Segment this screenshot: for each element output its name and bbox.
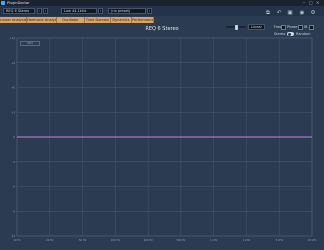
x-tick-label: 500 Hz (176, 238, 186, 242)
x-tick-label: 10 kHz (308, 238, 318, 242)
frequency-response-plot[interactable]: 10 Hz 20 Hz 50 Hz 100 Hz 200 Hz 500 Hz 1 kHz 2 … (0, 0, 324, 250)
y-tick-label: -6 (12, 185, 15, 189)
x-tick-label: 100 Hz (111, 238, 121, 242)
channel-legend: Mid (20, 41, 40, 46)
y-tick-label: -3 (12, 160, 15, 164)
x-tick-label: 20 Hz (46, 238, 54, 242)
y-tick-label: -9 (12, 209, 15, 213)
x-tick-label: 5 kHz (276, 238, 284, 242)
y-tick-label: +6 (11, 86, 15, 90)
y-tick-label: 0 (13, 135, 15, 139)
y-tick-label: +9 (11, 61, 15, 65)
x-tick-label: 10 Hz (13, 238, 21, 242)
x-tick-label: 50 Hz (79, 238, 87, 242)
y-tick-label: -12 (11, 234, 16, 238)
x-tick-label: 1 kHz (210, 238, 218, 242)
y-tick-label: +12 (10, 36, 16, 40)
y-tick-label: +3 (11, 110, 15, 114)
x-tick-label: 200 Hz (144, 238, 154, 242)
x-tick-label: 2 kHz (243, 238, 251, 242)
